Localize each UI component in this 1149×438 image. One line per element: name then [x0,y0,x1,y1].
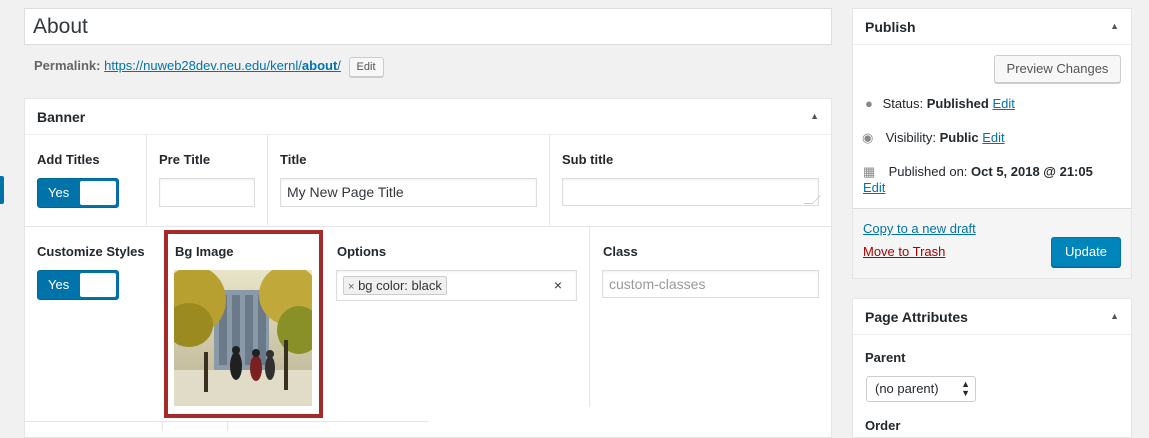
collapse-arrow-icon[interactable]: ▲ [1110,311,1119,321]
parent-select[interactable]: (no parent) ▲ ▼ [866,376,976,402]
customize-styles-label: Customize Styles [37,244,145,259]
calendar-icon: ▦ [863,164,876,179]
bg-image-label: Bg Image [175,244,234,259]
divider [227,421,228,431]
publish-title: Publish [865,19,916,35]
publish-header[interactable]: Publish ▲ [853,9,1131,45]
add-titles-label: Add Titles [37,152,100,167]
title-label: Title [280,152,307,167]
collapse-arrow-icon[interactable]: ▲ [810,111,819,121]
preview-changes-button[interactable]: Preview Changes [994,55,1121,83]
class-label: Class [603,244,638,259]
sub-title-textarea[interactable] [562,178,819,206]
customize-styles-toggle[interactable]: Yes [37,270,119,300]
divider [146,135,147,225]
update-button[interactable]: Update [1051,237,1121,267]
options-select[interactable]: × bg color: black × [336,270,577,301]
status-row: ● Status: Published Edit [865,96,1015,111]
status-edit-link[interactable]: Edit [992,96,1014,111]
divider [162,421,163,431]
published-row: ▦ Published on: Oct 5, 2018 @ 21:05 Edit [863,164,1093,195]
pin-icon: ● [865,96,873,111]
divider [549,135,550,225]
copy-draft-link[interactable]: Copy to a new draft [863,221,976,236]
tag-remove-icon[interactable]: × [348,281,354,293]
title-input[interactable]: My New Page Title [280,178,537,207]
eye-icon: ◉ [862,130,874,145]
collapse-arrow-icon[interactable]: ▲ [1110,21,1119,31]
class-input[interactable]: custom-classes [602,270,819,298]
permalink-edit-button[interactable]: Edit [348,57,384,77]
page-attributes-metabox: Page Attributes ▲ [852,298,1132,438]
pre-title-label: Pre Title [159,152,211,167]
visibility-edit-link[interactable]: Edit [982,130,1004,145]
edge-marker [0,176,4,204]
sub-title-label: Sub title [562,152,614,167]
option-tag[interactable]: × bg color: black [343,276,447,295]
options-label: Options [337,244,387,259]
bg-image-thumbnail[interactable] [174,270,312,406]
permalink-url[interactable]: https://nuweb28dev.neu.edu/kernl/about/ [104,58,341,73]
banner-title: Banner [37,109,86,125]
move-trash-link[interactable]: Move to Trash [863,244,945,259]
add-titles-toggle[interactable]: Yes [37,178,119,208]
banner-header[interactable]: Banner ▲ [25,99,831,135]
pre-title-input[interactable] [159,178,255,207]
select-arrow-icon: ▲ ▼ [961,379,970,398]
divider [25,226,831,227]
published-edit-link[interactable]: Edit [863,180,885,195]
post-title-input[interactable]: About [24,8,832,45]
permalink-row: Permalink: https://nuweb28dev.neu.edu/ke… [34,57,384,77]
divider [589,227,590,407]
parent-label: Parent [865,350,906,365]
permalink-label: Permalink: [34,58,101,73]
clear-icon[interactable]: × [554,277,562,293]
page-attributes-title: Page Attributes [865,309,968,325]
visibility-row: ◉ Visibility: Public Edit [862,130,1005,145]
page-attributes-header[interactable]: Page Attributes ▲ [853,299,1131,335]
divider [267,135,268,225]
